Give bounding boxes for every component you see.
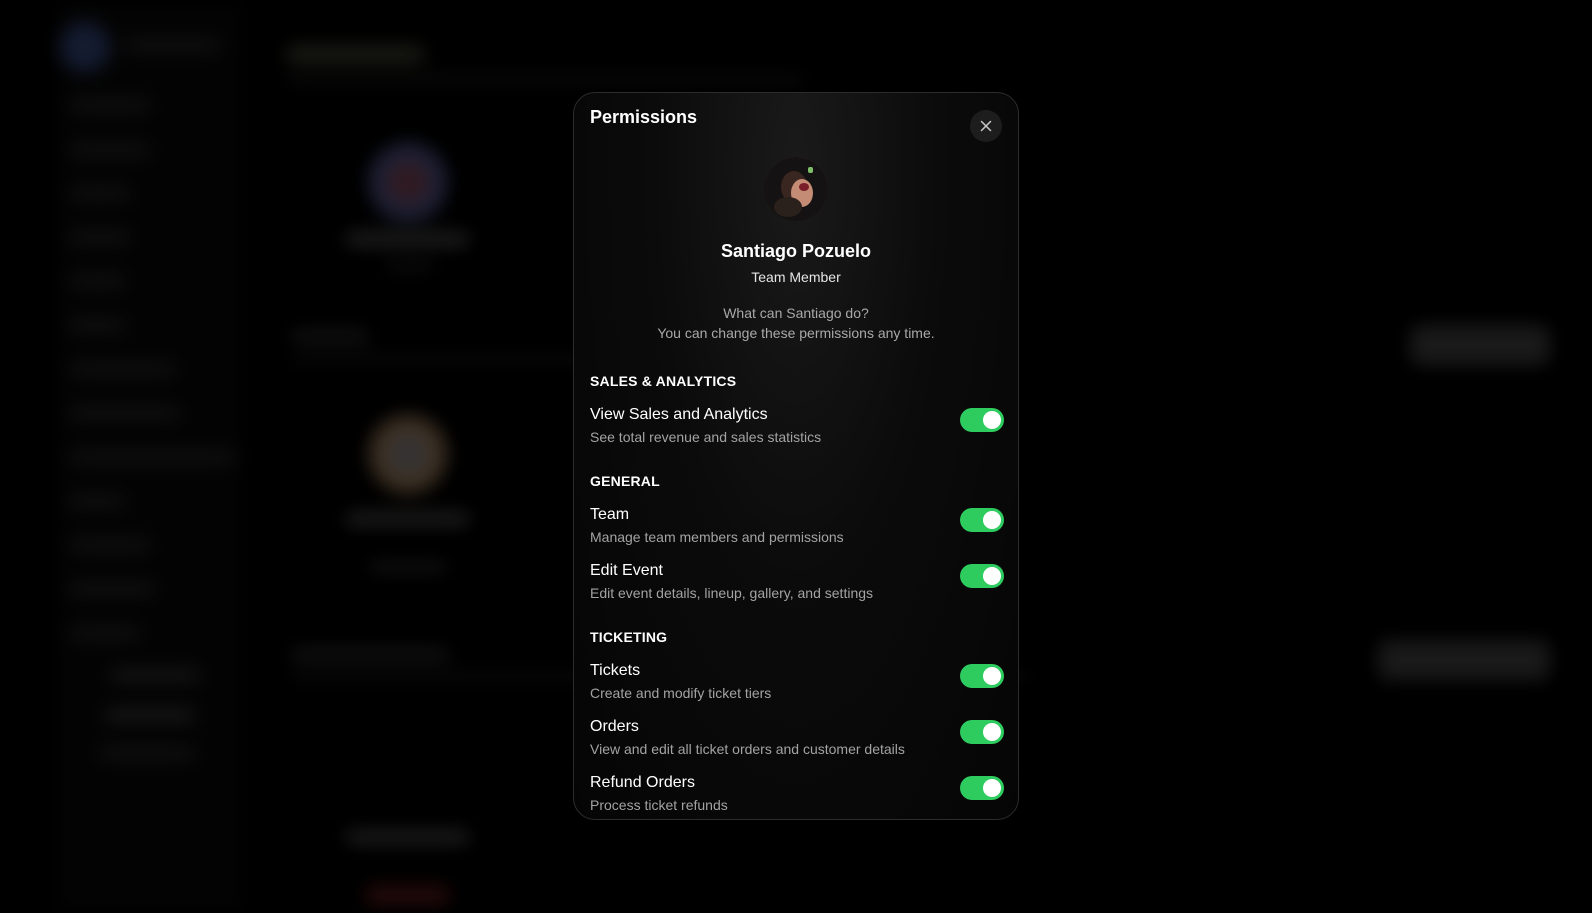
toggle-knob	[983, 411, 1001, 429]
close-icon	[980, 120, 992, 132]
member-role: Team Member	[751, 269, 841, 285]
toggle-orders[interactable]	[960, 720, 1004, 744]
toggle-refund-orders[interactable]	[960, 776, 1004, 800]
permission-title: Refund Orders	[590, 774, 695, 791]
permission-title: Orders	[590, 718, 639, 735]
permission-row-view-sales: View Sales and Analytics See total reven…	[590, 406, 1004, 452]
permissions-question: What can Santiago do?	[723, 305, 869, 321]
permission-description: View and edit all ticket orders and cust…	[590, 741, 905, 757]
toggle-knob	[983, 567, 1001, 585]
toggle-edit-event[interactable]	[960, 564, 1004, 588]
permission-description: Process ticket refunds	[590, 797, 728, 813]
section-heading-general: GENERAL	[590, 473, 660, 489]
permission-title: Tickets	[590, 662, 641, 679]
section-heading-sales-analytics: SALES & ANALYTICS	[590, 373, 737, 389]
close-button[interactable]	[970, 110, 1002, 142]
toggle-knob	[983, 779, 1001, 797]
section-heading-ticketing: TICKETING	[590, 629, 668, 645]
permissions-modal: Permissions Santiago Pozuelo Team Member…	[573, 92, 1019, 820]
permission-title: Team	[590, 506, 630, 523]
avatar	[764, 157, 828, 221]
permission-description: Create and modify ticket tiers	[590, 685, 772, 701]
toggle-view-sales[interactable]	[960, 408, 1004, 432]
permission-title: Edit Event	[590, 562, 663, 579]
user-avatar-photo	[764, 157, 828, 221]
toggle-knob	[983, 511, 1001, 529]
permission-title: View Sales and Analytics	[590, 406, 768, 423]
toggle-knob	[983, 667, 1001, 685]
permission-row-refund-orders: Refund Orders Process ticket refunds	[590, 774, 1004, 819]
toggle-tickets[interactable]	[960, 664, 1004, 688]
permission-description: Manage team members and permissions	[590, 529, 844, 545]
toggle-team[interactable]	[960, 508, 1004, 532]
permission-row-tickets: Tickets Create and modify ticket tiers	[590, 662, 1004, 708]
permission-row-team: Team Manage team members and permissions	[590, 506, 1004, 552]
modal-title: Permissions	[590, 107, 698, 127]
toggle-knob	[983, 723, 1001, 741]
member-name: Santiago Pozuelo	[720, 241, 871, 261]
permission-description: Edit event details, lineup, gallery, and…	[590, 585, 874, 601]
permission-description: See total revenue and sales statistics	[590, 429, 822, 445]
permission-row-edit-event: Edit Event Edit event details, lineup, g…	[590, 562, 1004, 608]
permission-row-orders: Orders View and edit all ticket orders a…	[590, 718, 1004, 764]
permissions-note: You can change these permissions any tim…	[657, 325, 935, 341]
